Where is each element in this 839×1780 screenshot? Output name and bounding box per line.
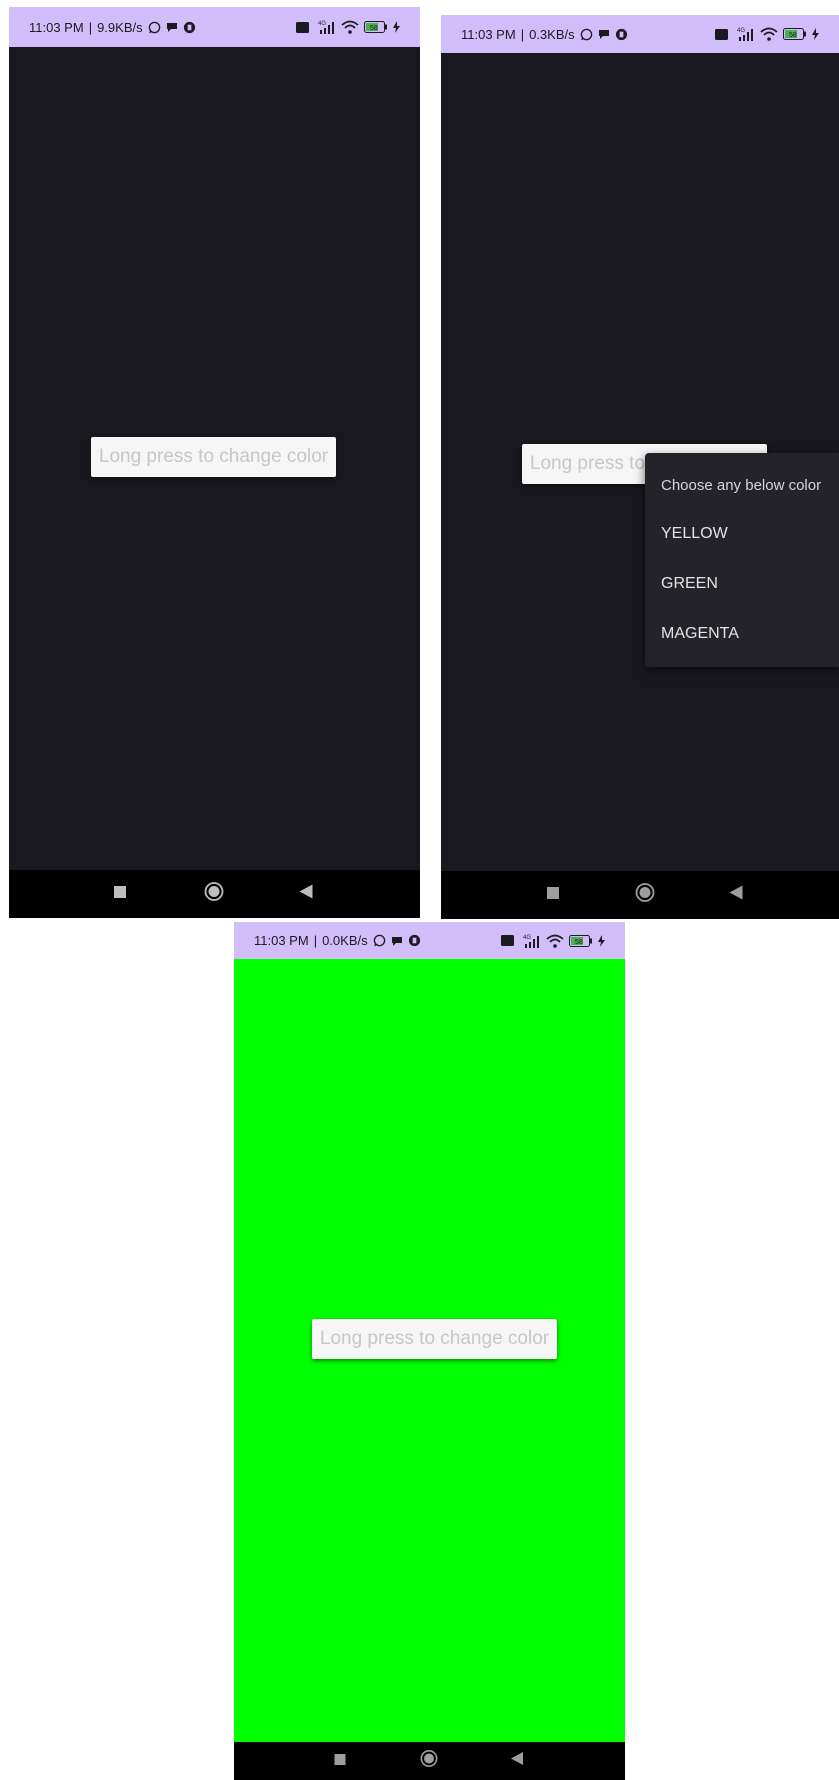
chat-icon [391,935,403,947]
navigation-bar [234,1742,625,1780]
home-icon[interactable] [420,1750,438,1773]
app-content: Long press to change color [9,47,420,870]
battery-level: 58 [575,939,583,946]
app-icon [408,934,421,947]
long-press-button[interactable]: Long press to change color [312,1319,557,1359]
status-time: 11:03 PM [461,26,516,42]
battery-icon: 58 [364,21,388,33]
signal-icon: 4G [314,20,336,34]
volte-icon [715,28,728,40]
volte-icon [296,21,309,33]
network-speed: 0.3KB/s [529,26,575,42]
network-type: 4G [318,21,326,27]
signal-icon: 4G [733,27,755,41]
back-icon[interactable] [729,885,743,905]
screen-menu-open: 11:03 PM | 0.3KB/s 4G 58 Long press to c… [441,15,839,919]
network-speed: 9.9KB/s [97,19,143,35]
status-bar: 11:03 PM | 0.3KB/s 4G 58 [441,15,839,53]
color-context-menu: Choose any below color YELLOW GREEN MAGE… [645,453,839,667]
app-icon [615,28,628,41]
battery-level: 58 [789,32,797,39]
navigation-bar [441,871,839,919]
back-icon[interactable] [299,884,313,904]
charging-icon [598,934,605,947]
app-icon [183,21,196,34]
status-time: 11:03 PM [254,933,309,948]
app-content: Long press to change color [234,959,625,1742]
charging-icon [393,21,400,33]
recents-icon[interactable] [547,886,559,904]
navigation-bar [9,870,420,918]
home-icon[interactable] [204,882,224,907]
menu-item-magenta[interactable]: MAGENTA [661,625,739,643]
menu-title: Choose any below color [661,477,822,494]
back-icon[interactable] [511,1752,523,1770]
screen-initial: 11:03 PM | 9.9KB/s 4G 58 Long press to c… [9,7,420,918]
wifi-icon [546,934,564,948]
menu-item-green[interactable]: GREEN [661,575,718,593]
menu-item-yellow[interactable]: YELLOW [661,525,728,543]
chat-icon [598,28,610,40]
battery-icon: 58 [569,934,593,947]
whatsapp-icon [148,21,161,34]
status-time: 11:03 PM [29,19,84,35]
screen-green-selected: 11:03 PM | 0.0KB/s 4G 58 Long press to c… [234,922,625,1780]
chat-icon [166,21,178,33]
whatsapp-icon [580,28,593,41]
network-speed: 0.0KB/s [322,933,368,948]
status-bar: 11:03 PM | 0.0KB/s 4G 58 [234,922,625,959]
network-type: 4G [737,28,745,34]
wifi-icon [341,20,359,34]
charging-icon [812,28,819,40]
whatsapp-icon [373,934,386,947]
home-icon[interactable] [635,883,655,908]
network-type: 4G [523,935,531,941]
signal-icon: 4G [519,934,541,948]
recents-icon[interactable] [334,1752,346,1770]
long-press-button[interactable]: Long press to change color [91,437,336,477]
status-bar: 11:03 PM | 9.9KB/s 4G 58 [9,7,420,47]
battery-icon: 58 [783,28,807,40]
wifi-icon [760,27,778,41]
battery-level: 58 [370,25,378,32]
recents-icon[interactable] [114,885,126,903]
volte-icon [501,935,514,946]
